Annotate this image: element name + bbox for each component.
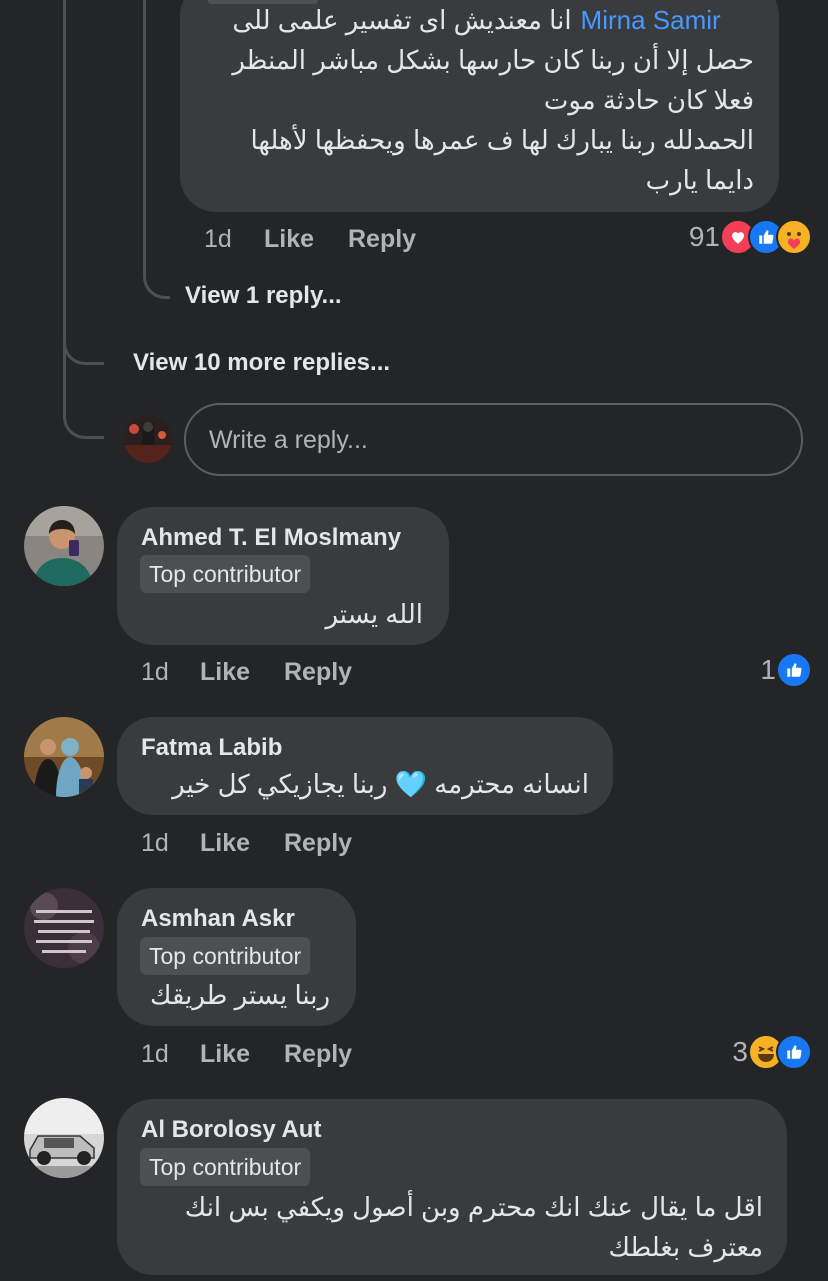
reply-like-button[interactable]: Like [264, 225, 314, 254]
like-button[interactable]: Like [200, 1040, 250, 1069]
comment-line-2: معترف بغلطك [608, 1232, 763, 1262]
comment-text: اقل ما يقال عنك انك محترم وبن أصول ويكفي… [185, 1187, 763, 1267]
comment-text: انسانه محترمه 🩵 ربنا يجازيكي كل خير [172, 769, 589, 799]
mention-link[interactable]: Mirna Samir [581, 0, 721, 40]
comment-reactions[interactable]: 1 [760, 652, 812, 688]
reply-input-placeholder: Write a reply... [209, 426, 368, 454]
commenter-name[interactable]: Al Borolosy Aut [141, 1116, 321, 1144]
reply-button[interactable]: Reply [284, 1040, 352, 1069]
avatar-asmhan[interactable] [24, 888, 104, 968]
reply-line-1: انا معنديش اى تفسير علمى للى [232, 5, 572, 35]
avatar-ahmed[interactable] [24, 506, 104, 586]
reply-line-4: الحمدلله ربنا يبارك لها ف عمرها ويحفظها … [250, 125, 754, 155]
view-more-replies-link[interactable]: View 10 more replies... [133, 349, 390, 377]
like-button[interactable]: Like [200, 658, 250, 687]
comment-reactions[interactable]: 3 [732, 1034, 812, 1070]
reply-line-3: فعلا كان حادثة موت [543, 85, 754, 115]
commenter-name[interactable]: Asmhan Askr [141, 905, 295, 933]
like-button[interactable]: Like [200, 829, 250, 858]
comment-text: الله يستر [325, 599, 423, 629]
thread-line-inner [143, 0, 170, 299]
reaction-count: 3 [732, 1036, 748, 1067]
reaction-count: 91 [688, 221, 720, 252]
avatar-al-borolosy[interactable] [24, 1098, 104, 1178]
top-contributor-badge: Top contributor [140, 555, 311, 593]
commenter-name[interactable]: Fatma Labib [141, 734, 282, 762]
reply-button[interactable]: Reply [284, 658, 352, 687]
user-avatar [124, 415, 172, 463]
care-icon [776, 219, 812, 255]
reply-line-5: دايما يارب [645, 165, 754, 195]
reply-reply-button[interactable]: Reply [348, 225, 416, 254]
reply-text: انا معنديش اى تفسير علمى للى Mirna Samir… [232, 0, 754, 200]
comment-text: ربنا يستر طريقك [150, 980, 330, 1010]
reaction-count: 1 [760, 654, 776, 685]
avatar-fatma[interactable] [24, 717, 104, 797]
thread-line-mid [63, 0, 104, 365]
comment-line-1: اقل ما يقال عنك انك محترم وبن أصول ويكفي… [184, 1192, 763, 1222]
reply-reactions[interactable]: 91 [689, 219, 812, 255]
reply-line-2: حصل إلا أن ربنا كان حارسها بشكل مباشر ال… [232, 45, 754, 75]
reply-time: 1d [204, 225, 232, 253]
like-icon [776, 652, 812, 688]
reply-button[interactable]: Reply [284, 829, 352, 858]
view-1-reply-link[interactable]: View 1 reply... [185, 282, 342, 310]
top-contributor-badge: Top contributor [140, 937, 311, 975]
comment-time: 1d [141, 658, 169, 686]
reply-input[interactable]: Write a reply... [184, 403, 803, 476]
top-contributor-badge: Top contributor [140, 1148, 311, 1186]
commenter-name[interactable]: Ahmed T. El Moslmany [141, 524, 401, 552]
like-icon [776, 1034, 812, 1070]
comment-time: 1d [141, 829, 169, 857]
comment-time: 1d [141, 1040, 169, 1068]
